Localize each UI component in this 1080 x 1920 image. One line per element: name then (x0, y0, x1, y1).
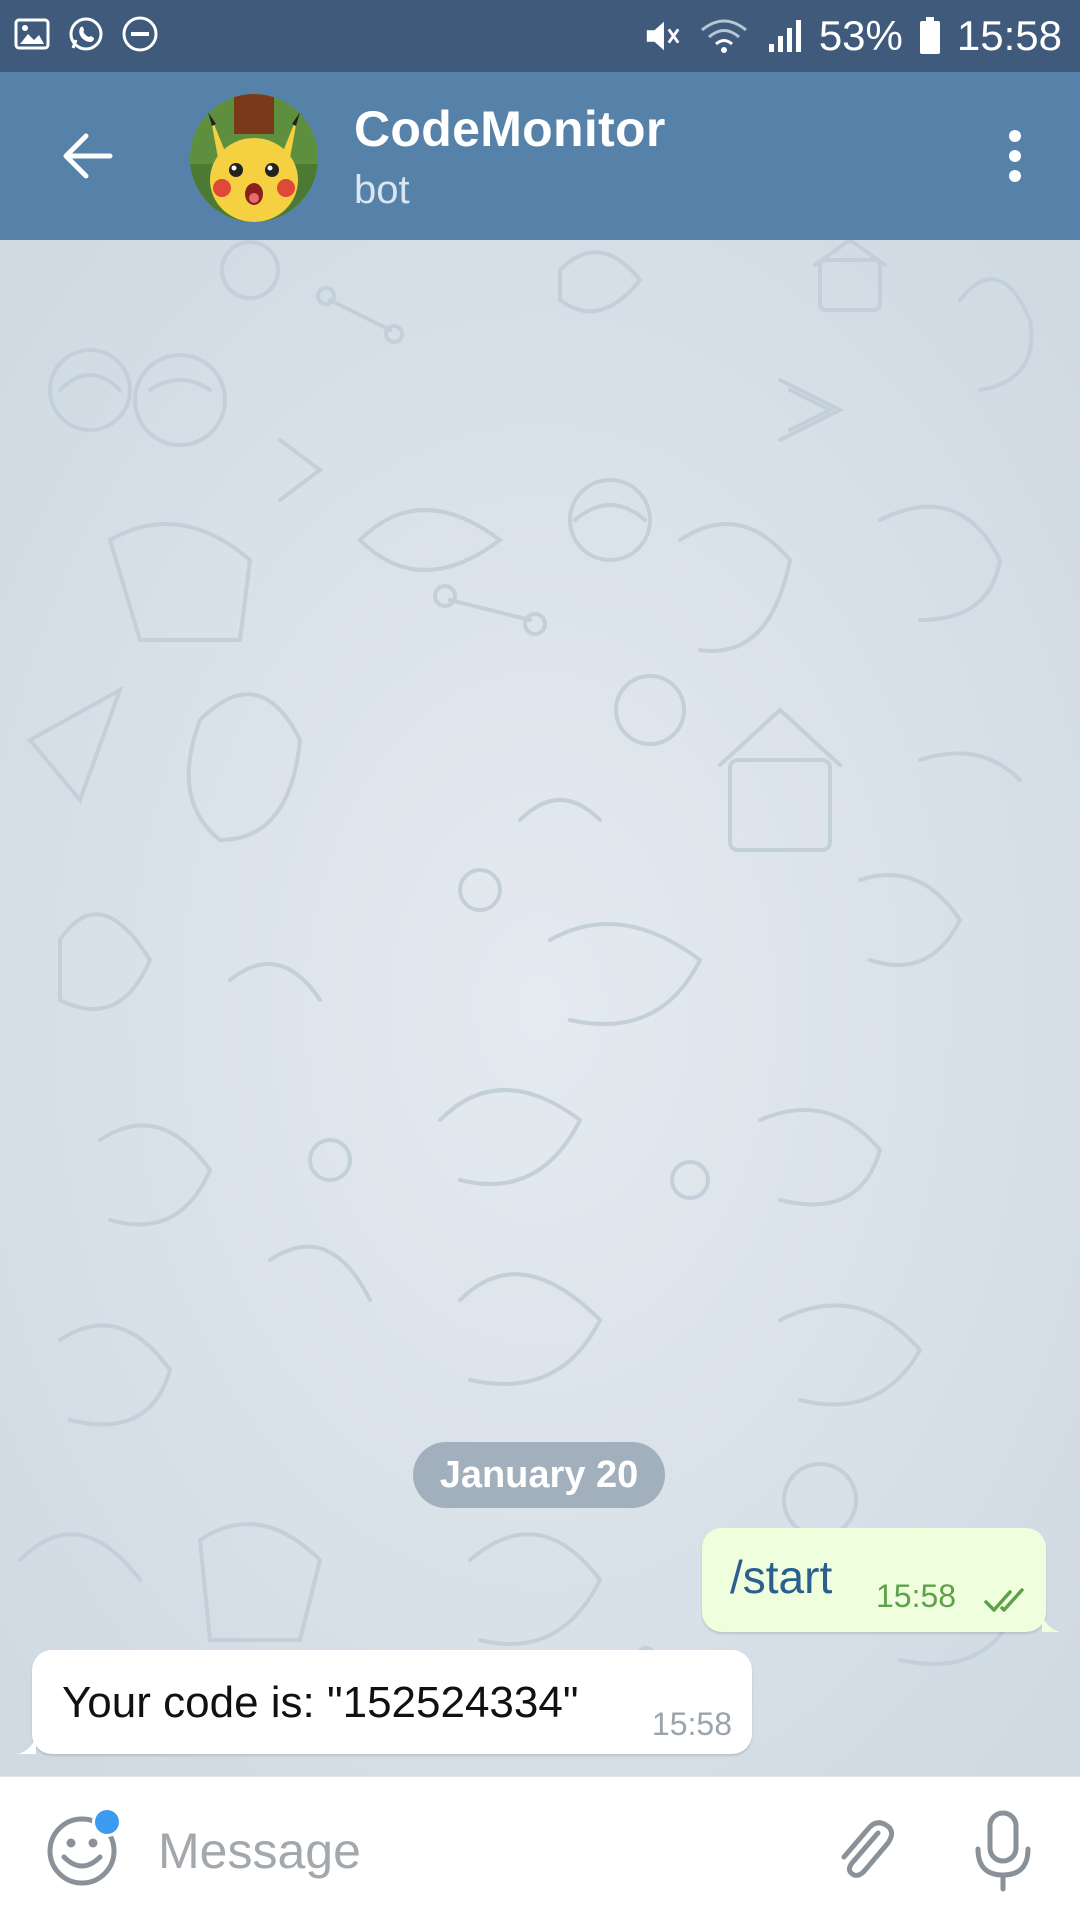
notification-dot (92, 1807, 122, 1837)
double-check-icon (984, 1588, 1024, 1612)
chat-title[interactable]: CodeMonitor (354, 100, 666, 158)
attach-button[interactable] (826, 1813, 902, 1889)
message-time: 15:58 (876, 1578, 957, 1614)
chat-subtitle: bot (354, 168, 410, 212)
battery-icon (917, 16, 943, 56)
avatar[interactable] (190, 94, 318, 222)
wifi-icon (697, 16, 751, 56)
pikachu-avatar-icon (190, 94, 318, 222)
voice-record-button[interactable] (968, 1807, 1038, 1895)
status-bar: 53% 15:58 (0, 0, 1080, 72)
signal-icon (765, 16, 805, 56)
status-time: 15:58 (956, 12, 1062, 59)
more-vert-icon (1009, 130, 1021, 182)
chat-area[interactable]: January 20 /start 15:58 Your code is: "1… (0, 240, 1080, 1776)
message-time: 15:58 (651, 1706, 732, 1742)
bubble-tail (1042, 1614, 1060, 1632)
message-incoming[interactable]: Your code is: "152524334" 15:58 (18, 1650, 752, 1754)
message-text: Your code is: "152524334" (62, 1678, 579, 1727)
message-outgoing[interactable]: /start 15:58 (702, 1528, 1060, 1632)
chat-header: CodeMonitor bot (0, 72, 1080, 240)
image-icon (12, 14, 52, 54)
microphone-icon (975, 1810, 1031, 1892)
whatsapp-icon (66, 14, 106, 54)
do-not-disturb-icon (120, 14, 160, 54)
status-left-icons (12, 14, 160, 54)
arrow-left-icon (63, 133, 113, 179)
bubble-tail (18, 1736, 36, 1754)
more-menu-button[interactable] (980, 116, 1050, 196)
status-right: 53% 15:58 (643, 8, 1062, 64)
message-text: /start (730, 1551, 833, 1603)
mute-icon (643, 16, 683, 56)
battery-percent: 53% (818, 12, 903, 59)
message-input-bar (0, 1776, 1080, 1920)
back-button[interactable] (48, 116, 128, 196)
paperclip-icon (841, 1820, 894, 1878)
date-separator: January 20 (413, 1442, 665, 1508)
message-input[interactable] (158, 1813, 798, 1889)
